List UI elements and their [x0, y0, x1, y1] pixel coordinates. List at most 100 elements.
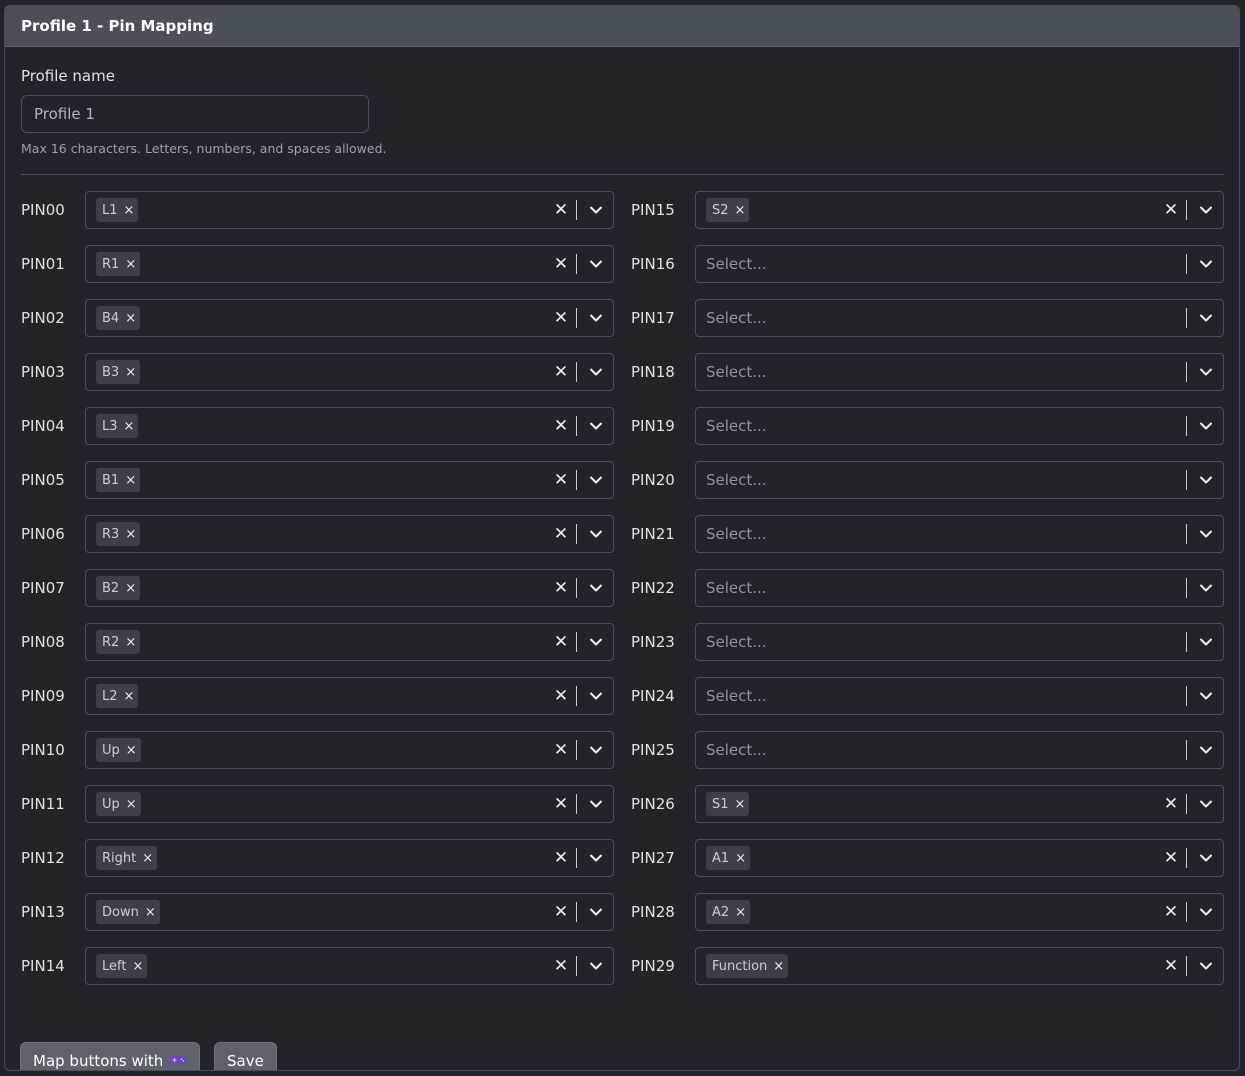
pin-select[interactable]: Select...: [695, 569, 1224, 607]
chevron-down-icon[interactable]: [1189, 851, 1223, 865]
remove-chip-icon[interactable]: ×: [124, 203, 135, 218]
pin-select[interactable]: Select...: [695, 407, 1224, 445]
remove-chip-icon[interactable]: ×: [126, 797, 137, 812]
chevron-down-icon[interactable]: [579, 905, 613, 919]
pin-select[interactable]: Select...: [695, 245, 1224, 283]
chevron-down-icon[interactable]: [1189, 311, 1223, 325]
remove-chip-icon[interactable]: ×: [773, 959, 784, 974]
pin-select[interactable]: Up × ✕: [85, 785, 614, 823]
pin-select[interactable]: Select...: [695, 461, 1224, 499]
chevron-down-icon[interactable]: [579, 581, 613, 595]
pin-select[interactable]: S2 × ✕: [695, 191, 1224, 229]
remove-chip-icon[interactable]: ×: [125, 581, 136, 596]
chevron-down-icon[interactable]: [579, 473, 613, 487]
pin-select[interactable]: L3 × ✕: [85, 407, 614, 445]
pin-select[interactable]: A1 × ✕: [695, 839, 1224, 877]
pin-select[interactable]: L2 × ✕: [85, 677, 614, 715]
clear-icon[interactable]: ✕: [548, 686, 574, 706]
chevron-down-icon[interactable]: [1189, 473, 1223, 487]
pin-select[interactable]: Select...: [695, 677, 1224, 715]
pin-select[interactable]: L1 × ✕: [85, 191, 614, 229]
remove-chip-icon[interactable]: ×: [125, 365, 136, 380]
remove-chip-icon[interactable]: ×: [125, 473, 136, 488]
clear-icon[interactable]: ✕: [548, 308, 574, 328]
chevron-down-icon[interactable]: [579, 311, 613, 325]
clear-icon[interactable]: ✕: [548, 848, 574, 868]
clear-icon[interactable]: ✕: [1158, 956, 1184, 976]
chevron-down-icon[interactable]: [1189, 689, 1223, 703]
remove-chip-icon[interactable]: ×: [124, 419, 135, 434]
clear-icon[interactable]: ✕: [548, 254, 574, 274]
chevron-down-icon[interactable]: [579, 851, 613, 865]
remove-chip-icon[interactable]: ×: [125, 527, 136, 542]
remove-chip-icon[interactable]: ×: [145, 905, 156, 920]
clear-icon[interactable]: ✕: [1158, 200, 1184, 220]
pin-select[interactable]: R2 × ✕: [85, 623, 614, 661]
chevron-down-icon[interactable]: [579, 743, 613, 757]
chevron-down-icon[interactable]: [1189, 959, 1223, 973]
remove-chip-icon[interactable]: ×: [125, 311, 136, 326]
pin-select[interactable]: R3 × ✕: [85, 515, 614, 553]
chevron-down-icon[interactable]: [1189, 743, 1223, 757]
clear-icon[interactable]: ✕: [548, 740, 574, 760]
chevron-down-icon[interactable]: [579, 203, 613, 217]
chevron-down-icon[interactable]: [1189, 365, 1223, 379]
clear-icon[interactable]: ✕: [548, 470, 574, 490]
clear-icon[interactable]: ✕: [548, 794, 574, 814]
remove-chip-icon[interactable]: ×: [735, 851, 746, 866]
remove-chip-icon[interactable]: ×: [735, 203, 746, 218]
chevron-down-icon[interactable]: [1189, 635, 1223, 649]
chevron-down-icon[interactable]: [1189, 257, 1223, 271]
chevron-down-icon[interactable]: [579, 959, 613, 973]
pin-select[interactable]: B2 × ✕: [85, 569, 614, 607]
remove-chip-icon[interactable]: ×: [126, 743, 137, 758]
pin-select[interactable]: Select...: [695, 623, 1224, 661]
pin-select[interactable]: Select...: [695, 731, 1224, 769]
chevron-down-icon[interactable]: [579, 689, 613, 703]
chevron-down-icon[interactable]: [1189, 797, 1223, 811]
remove-chip-icon[interactable]: ×: [142, 851, 153, 866]
pin-select[interactable]: Function × ✕: [695, 947, 1224, 985]
save-button[interactable]: Save: [214, 1042, 277, 1070]
clear-icon[interactable]: ✕: [1158, 848, 1184, 868]
chevron-down-icon[interactable]: [1189, 419, 1223, 433]
map-buttons-button[interactable]: Map buttons with: [20, 1042, 201, 1070]
clear-icon[interactable]: ✕: [1158, 794, 1184, 814]
pin-select[interactable]: Right × ✕: [85, 839, 614, 877]
remove-chip-icon[interactable]: ×: [735, 797, 746, 812]
pin-select[interactable]: Down × ✕: [85, 893, 614, 931]
chevron-down-icon[interactable]: [1189, 905, 1223, 919]
clear-icon[interactable]: ✕: [548, 632, 574, 652]
profile-name-input[interactable]: [21, 95, 369, 133]
chevron-down-icon[interactable]: [579, 257, 613, 271]
chevron-down-icon[interactable]: [579, 527, 613, 541]
pin-select[interactable]: B3 × ✕: [85, 353, 614, 391]
pin-select[interactable]: Left × ✕: [85, 947, 614, 985]
chevron-down-icon[interactable]: [579, 635, 613, 649]
pin-select[interactable]: Select...: [695, 299, 1224, 337]
pin-select[interactable]: B1 × ✕: [85, 461, 614, 499]
chevron-down-icon[interactable]: [579, 419, 613, 433]
chevron-down-icon[interactable]: [1189, 527, 1223, 541]
pin-select[interactable]: R1 × ✕: [85, 245, 614, 283]
remove-chip-icon[interactable]: ×: [125, 635, 136, 650]
remove-chip-icon[interactable]: ×: [124, 689, 135, 704]
clear-icon[interactable]: ✕: [548, 200, 574, 220]
clear-icon[interactable]: ✕: [548, 362, 574, 382]
remove-chip-icon[interactable]: ×: [735, 905, 746, 920]
pin-select[interactable]: S1 × ✕: [695, 785, 1224, 823]
clear-icon[interactable]: ✕: [548, 902, 574, 922]
clear-icon[interactable]: ✕: [548, 956, 574, 976]
remove-chip-icon[interactable]: ×: [132, 959, 143, 974]
pin-select[interactable]: Up × ✕: [85, 731, 614, 769]
pin-select[interactable]: B4 × ✕: [85, 299, 614, 337]
clear-icon[interactable]: ✕: [1158, 902, 1184, 922]
remove-chip-icon[interactable]: ×: [125, 257, 136, 272]
chevron-down-icon[interactable]: [579, 797, 613, 811]
clear-icon[interactable]: ✕: [548, 578, 574, 598]
pin-select[interactable]: Select...: [695, 353, 1224, 391]
chevron-down-icon[interactable]: [579, 365, 613, 379]
pin-select[interactable]: A2 × ✕: [695, 893, 1224, 931]
chevron-down-icon[interactable]: [1189, 203, 1223, 217]
clear-icon[interactable]: ✕: [548, 524, 574, 544]
